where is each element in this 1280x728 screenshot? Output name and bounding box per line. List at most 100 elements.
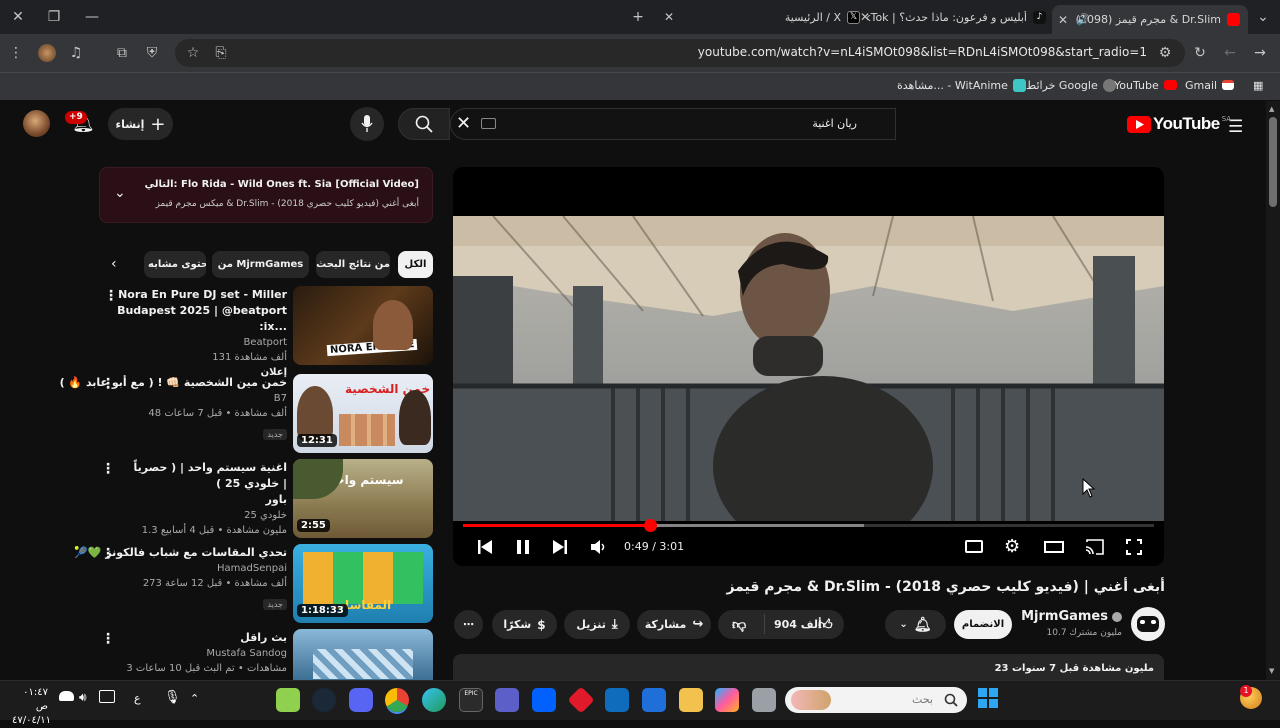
tray-volume-icon[interactable]: 🔊︎ [79, 690, 87, 705]
url-text[interactable]: youtube.com/watch?v=nL4iSMOt098&list=RDn… [698, 45, 1147, 59]
chip-all[interactable]: الكل [398, 251, 433, 278]
keyboard-icon[interactable] [481, 118, 496, 129]
more-options-icon[interactable]: ⋮ [101, 631, 115, 647]
description-box[interactable]: 23 مليون مشاهدة قبل 7 سنوات [453, 654, 1164, 680]
notification-bell-button[interactable]: ⌄ 🔔︎ [885, 610, 946, 639]
tray-network-icon[interactable] [59, 691, 74, 701]
list-item[interactable]: اغنية سيستم واحد | ( حصرياً خلودي 25 ) |… [115, 460, 287, 538]
back-icon[interactable]: ← [1220, 43, 1240, 63]
next-button[interactable] [552, 539, 568, 555]
clear-search-icon[interactable]: ✕ [456, 113, 471, 134]
site-settings-icon[interactable]: ⚙ [1155, 43, 1175, 63]
up-next-card[interactable]: التالي: Flo Rida - Wild Ones ft. Sia [Of… [99, 167, 433, 223]
thanks-button[interactable]: شكرًا $ [492, 610, 557, 639]
video-title-line[interactable]: Budapest 2025 | @beatport :ix... [115, 303, 287, 335]
video-thumbnail[interactable]: سيستم واحد 2:55 [293, 459, 433, 538]
video-title-line[interactable]: بث راقل [115, 630, 287, 646]
chip-related[interactable]: محتوى مشابه [144, 251, 206, 278]
pause-button[interactable] [516, 539, 530, 555]
youtube-logo[interactable]: YouTube SA [1127, 114, 1231, 134]
fullscreen-button[interactable] [1126, 539, 1142, 555]
taskbar-app-folder-icon[interactable] [679, 688, 703, 712]
close-window-icon[interactable]: ✕ [8, 7, 28, 27]
input-language-indicator[interactable]: ع [134, 692, 141, 705]
bookmark-witanime[interactable]: مشاهدة... - WitAnime [897, 76, 1026, 94]
expand-chevron-icon[interactable]: ⌄ [114, 185, 126, 201]
channel-name[interactable]: HamadSenpai [115, 561, 287, 576]
reload-icon[interactable]: ↻ [1190, 43, 1210, 63]
taskbar-app-teams-icon[interactable] [495, 688, 519, 712]
video-frame[interactable] [453, 216, 1164, 521]
bookmark-gmail[interactable]: Gmail [1185, 76, 1235, 94]
video-title-line[interactable]: اغنية سيستم واحد | ( حصرياً خلودي 25 ) | [115, 460, 287, 492]
clock[interactable]: ٠١:٤٧ ص ٤٧/٠٤/١١ [12, 686, 51, 728]
more-options-icon[interactable]: ⋮ [101, 461, 115, 477]
share-button[interactable]: مشاركة ↪ [637, 610, 711, 639]
address-bar[interactable]: ☆ ⎘ youtube.com/watch?v=nL4iSMOt098&list… [175, 39, 1185, 67]
volume-button[interactable] [590, 539, 606, 555]
new-tab-icon[interactable]: + [628, 7, 648, 27]
dislike-icon[interactable]: 👎︎ [732, 616, 746, 633]
tab-youtube[interactable]: ✕ 🔊 (1098) مجرم قيمز & Dr.Slim [1052, 5, 1248, 34]
video-thumbnail[interactable]: المقاسات 1:18:33 [293, 544, 433, 623]
search-query[interactable]: ريان اغنية [812, 117, 857, 130]
restore-window-icon[interactable]: ❐ [44, 7, 64, 27]
taskbar-app-copilot-icon[interactable] [715, 688, 739, 712]
tray-display-icon[interactable] [99, 690, 115, 703]
taskbar-app-explorer-icon[interactable] [752, 688, 776, 712]
windows-start-icon[interactable] [978, 688, 998, 708]
chip-from-search[interactable]: من نتائج البحث [316, 251, 390, 278]
download-button[interactable]: تنزيل ⤓ [564, 610, 630, 639]
like-icon[interactable]: 👍︎ [818, 616, 833, 633]
like-count[interactable]: 904 ألف [774, 618, 822, 631]
page-scrollbar[interactable]: ▲ ▼ [1266, 101, 1280, 680]
scrubber-handle[interactable] [643, 519, 657, 532]
tray-mic-icon[interactable]: 🎙︎ [164, 690, 181, 705]
taskbar-app-edge-icon[interactable] [422, 688, 446, 712]
join-button[interactable]: الانضمام [954, 610, 1012, 639]
channel-name[interactable]: Beatport [115, 335, 287, 350]
list-item[interactable]: تحدي المقاسات مع شباب فالكونز 💚🎾 HamadSe… [74, 545, 287, 611]
more-options-icon[interactable]: ⋮ [101, 376, 115, 392]
tab-x[interactable]: ✕ الرئيسية / X 𝕏 [660, 5, 860, 29]
video-thumbnail[interactable]: خمن الشخصية 12:31 [293, 374, 433, 453]
list-item[interactable]: خمن مين الشخصية 👊🏻 ! ( مع أبو عابد 🔥 ) B… [60, 375, 287, 441]
forward-icon[interactable]: → [1250, 43, 1270, 63]
list-item[interactable]: بث راقل Mustafa Sandog 3 مشاهدات • تم ال… [115, 630, 287, 676]
bookmark-star-icon[interactable]: ☆ [183, 43, 203, 63]
subtitles-icon[interactable] [965, 540, 983, 553]
search-input[interactable]: ريان اغنية ✕ [450, 108, 896, 140]
create-button[interactable]: إنشاء + [108, 108, 173, 140]
video-thumbnail[interactable] [293, 629, 433, 680]
scrollbar-thumb[interactable] [1269, 117, 1277, 207]
taskbar-app-outlook-icon[interactable] [605, 688, 629, 712]
video-thumbnail[interactable]: NORA EN PURE [293, 286, 433, 365]
up-next-title[interactable]: التالي: Flo Rida - Wild Ones ft. Sia [Of… [145, 179, 419, 190]
progress-track[interactable] [463, 519, 1154, 532]
minimize-window-icon[interactable]: — [82, 7, 102, 27]
taskbar-app-green-icon[interactable] [276, 688, 300, 712]
more-options-icon[interactable]: ⋮ [101, 546, 115, 562]
channel-name[interactable]: MjrmGames [1021, 609, 1108, 624]
voice-search-button[interactable] [350, 107, 384, 141]
menu-dots-icon[interactable]: ⋮ [6, 43, 26, 63]
theater-mode-icon[interactable] [1044, 541, 1064, 553]
video-title-line[interactable]: باور [115, 492, 287, 508]
settings-gear-icon[interactable]: ⚙ [1004, 536, 1020, 557]
apps-grid-icon[interactable]: ▦ [1253, 76, 1263, 94]
taskbar-app-discord-icon[interactable] [349, 688, 373, 712]
more-actions-button[interactable]: ⋯ [454, 610, 483, 639]
cast-button[interactable] [1085, 539, 1105, 555]
channel-avatar[interactable] [1131, 607, 1165, 641]
video-title-line[interactable]: تحدي المقاسات مع شباب فالكونز 💚🎾 [74, 545, 287, 561]
install-app-icon[interactable]: ⎘ [211, 43, 231, 63]
account-avatar[interactable] [23, 110, 50, 137]
close-tab-icon[interactable]: ✕ [664, 10, 674, 24]
tab-tiktok[interactable]: ✕ أبليس و فرعون: ماذا حدث؟ | TikTok ♪ [856, 5, 1046, 29]
video-title-line[interactable]: خمن مين الشخصية 👊🏻 ! ( مع أبو عابد 🔥 ) [60, 375, 287, 391]
previous-button[interactable] [477, 539, 493, 555]
shield-icon[interactable]: ⛨ [142, 43, 162, 63]
tray-overflow-chevron-icon[interactable]: ⌃ [190, 692, 199, 705]
channel-name[interactable]: B7 [115, 391, 287, 406]
taskbar-app-chrome-icon[interactable] [385, 688, 409, 712]
